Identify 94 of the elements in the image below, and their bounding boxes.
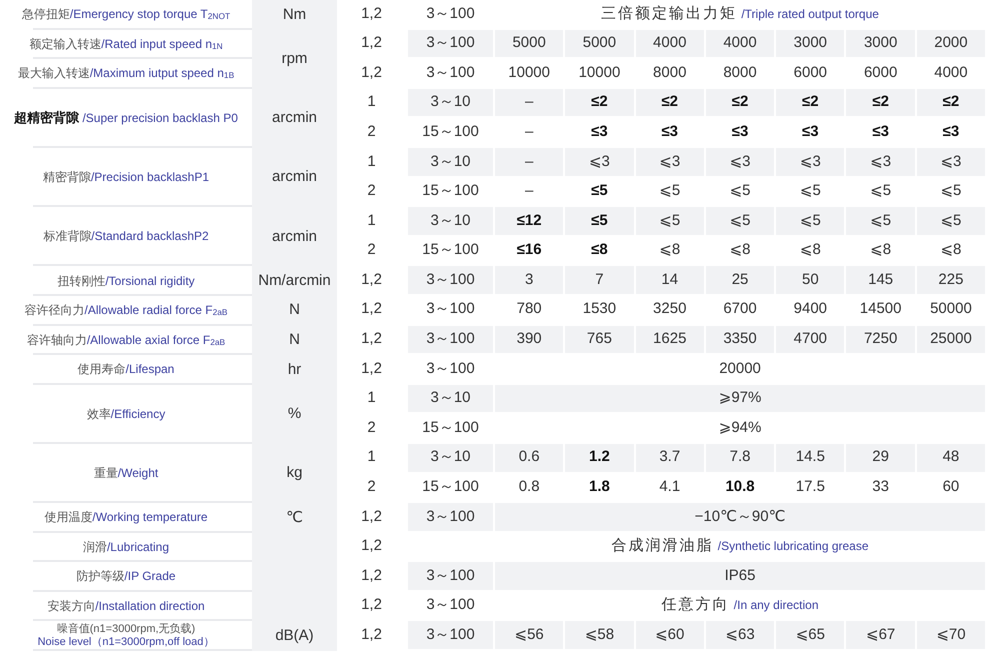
spec-value: ⩽3 (636, 148, 706, 178)
stage-number: 2 (337, 414, 408, 444)
spec-value: ⩽5 (706, 207, 776, 237)
unit-label: % (252, 384, 337, 444)
spec-value: 145 (846, 266, 917, 296)
spec-value: 7.8 (706, 444, 776, 474)
spec-value: 3350 (706, 326, 776, 356)
ratio-range: 3～10 (408, 444, 495, 474)
spec-value: 225 (916, 266, 988, 296)
spec-value: 25 (706, 266, 776, 296)
spec-value: ≤2 (846, 88, 917, 118)
spec-value: – (495, 148, 566, 178)
stage-number: 2 (337, 474, 408, 504)
spec-value: 1625 (636, 326, 706, 356)
spec-value: 3.7 (636, 444, 706, 474)
spec-value: 1.2 (565, 444, 636, 474)
spec-value: ⩾97% (495, 384, 988, 414)
ratio-range: 3～10 (408, 88, 495, 118)
stage-number: 1,2 (337, 296, 408, 326)
spec-value: ⩽65 (776, 621, 846, 652)
spec-value: ≤2 (916, 88, 988, 118)
spec-value: 14.5 (776, 444, 846, 474)
spec-value: 390 (495, 326, 566, 356)
spec-value: ≤2 (776, 88, 846, 118)
spec-value: ⩽63 (706, 621, 776, 652)
unit-label: arcmin (252, 88, 337, 148)
ratio-range: 3～100 (408, 503, 495, 533)
spec-value: ≤2 (706, 88, 776, 118)
spec-value: ⩽3 (776, 148, 846, 178)
spec-value: ⩽58 (565, 621, 636, 652)
spec-value: 25000 (916, 326, 988, 356)
spec-value: 5000 (565, 30, 636, 60)
unit-label: hr (252, 355, 337, 385)
spec-value: ⩽3 (846, 148, 917, 178)
spec-value: IP65 (495, 562, 988, 592)
stage-number: 2 (337, 118, 408, 148)
spec-value: ⩽70 (916, 621, 988, 652)
unit-label: kg (252, 444, 337, 504)
spec-value: 7250 (846, 326, 917, 356)
ratio-range: 3～10 (408, 207, 495, 237)
spec-value: ⩽56 (495, 621, 566, 652)
spec-value: 0.6 (495, 444, 566, 474)
spec-value: 50 (776, 266, 846, 296)
ratio-range: 3～10 (408, 384, 495, 414)
spec-value: ≤2 (565, 88, 636, 118)
spec-value: ≤12 (495, 207, 566, 237)
spec-value: 48 (916, 444, 988, 474)
spec-value: ⩽5 (846, 207, 917, 237)
stage-number: 1,2 (337, 592, 408, 622)
spec-value: 7 (565, 266, 636, 296)
spec-value: 4000 (706, 30, 776, 60)
ratio-range: 3～100 (408, 562, 495, 592)
unit-label: arcmin (252, 148, 337, 208)
spec-value: ≤5 (565, 207, 636, 237)
stage-number: 1,2 (337, 59, 408, 89)
spec-value: ⩽67 (846, 621, 917, 652)
spec-value: 3 (495, 266, 566, 296)
unit-label: ℃ (252, 503, 337, 533)
spec-value: 4700 (776, 326, 846, 356)
spec-value: ⩽3 (565, 148, 636, 178)
stage-number: 1,2 (337, 0, 408, 30)
stage-number: 1,2 (337, 532, 408, 562)
spec-value: ⩽5 (916, 207, 988, 237)
spec-value: 765 (565, 326, 636, 356)
unit-label: dB(A) (252, 621, 337, 652)
spec-value: ≤2 (636, 88, 706, 118)
spec-value: ⩽3 (706, 148, 776, 178)
spec-value: – (495, 88, 566, 118)
spec-value: 4000 (636, 30, 706, 60)
spec-value: −10℃～90℃ (495, 503, 988, 533)
unit-label: N (252, 296, 337, 326)
spec-value: 3000 (776, 30, 846, 60)
ratio-range: 3～100 (408, 30, 495, 60)
unit-label: arcmin (252, 207, 337, 266)
ratio-range: 3～100 (408, 326, 495, 356)
spec-value: ⩽5 (636, 207, 706, 237)
ratio-range: 3～100 (408, 621, 495, 652)
spec-value: 3000 (846, 30, 917, 60)
stage-number: 2 (337, 236, 408, 266)
spec-value: 29 (846, 444, 917, 474)
spec-value: 5000 (495, 30, 566, 60)
spec-value: ⩽60 (636, 621, 706, 652)
unit-label: Nm (252, 0, 337, 30)
spec-value: ⩽3 (916, 148, 988, 178)
spec-value: ⩽5 (776, 207, 846, 237)
ratio-range: 3～100 (408, 266, 495, 296)
unit-label: rpm (252, 30, 337, 89)
stage-number: 1,2 (337, 355, 408, 385)
spec-value: 2000 (916, 30, 988, 60)
spec-value: 14 (636, 266, 706, 296)
stage-number: 2 (337, 178, 408, 208)
unit-label: Nm/arcmin (252, 266, 337, 296)
ratio-range: 3～10 (408, 148, 495, 178)
unit-label: N (252, 326, 337, 356)
